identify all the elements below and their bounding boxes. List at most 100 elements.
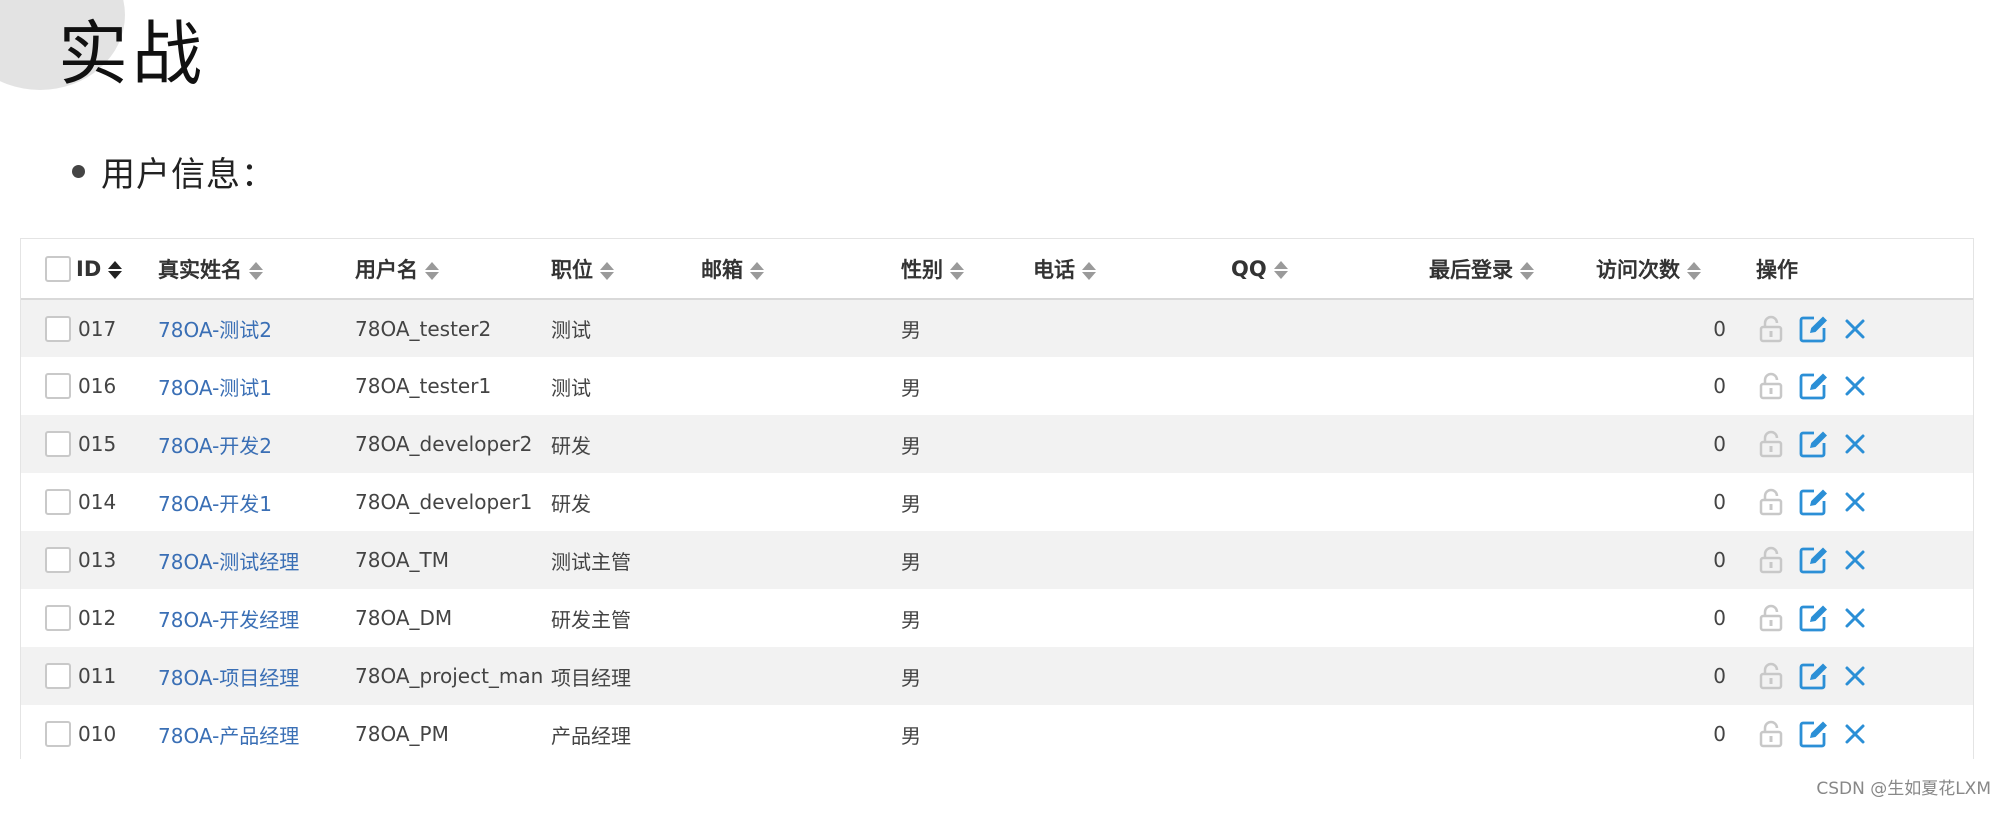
cell-position: 测试主管 xyxy=(551,549,631,574)
col-header-email[interactable]: 邮箱 xyxy=(701,239,901,300)
edit-icon[interactable] xyxy=(1798,603,1828,633)
sort-icon[interactable] xyxy=(600,261,614,281)
cell-email xyxy=(701,357,901,415)
table-header: ID 真实姓名 用户名 职位 邮箱 性别 电话 QQ 最后登录 访问次数 操作 xyxy=(21,239,1973,300)
sort-icon[interactable] xyxy=(249,261,263,281)
lock-icon[interactable] xyxy=(1756,545,1786,575)
delete-icon[interactable] xyxy=(1840,719,1870,749)
lock-icon[interactable] xyxy=(1756,371,1786,401)
real-name-link[interactable]: 78OA-开发2 xyxy=(158,434,272,458)
cell-phone xyxy=(1033,415,1231,473)
row-checkbox[interactable] xyxy=(45,547,71,574)
real-name-link[interactable]: 78OA-测试2 xyxy=(158,318,272,342)
table-row[interactable]: 017 78OA-测试2 78OA_tester2 测试 男 0 xyxy=(21,299,1973,357)
col-header-id[interactable]: ID xyxy=(76,239,158,300)
delete-icon[interactable] xyxy=(1840,314,1870,344)
edit-icon[interactable] xyxy=(1798,429,1828,459)
real-name-link[interactable]: 78OA-项目经理 xyxy=(158,666,299,690)
sort-icon[interactable] xyxy=(1273,260,1288,280)
cell-position: 测试 xyxy=(551,375,591,400)
cell-last-login xyxy=(1429,415,1596,473)
cell-last-login xyxy=(1429,299,1596,357)
col-header-qq[interactable]: QQ xyxy=(1231,239,1429,300)
edit-icon[interactable] xyxy=(1798,314,1828,344)
col-header-name[interactable]: 真实姓名 xyxy=(158,239,355,300)
row-checkbox[interactable] xyxy=(45,721,71,748)
lock-icon[interactable] xyxy=(1756,603,1786,633)
table-row[interactable]: 011 78OA-项目经理 78OA_project_man 项目经理 男 0 xyxy=(21,647,1973,705)
row-checkbox[interactable] xyxy=(45,373,71,400)
edit-icon[interactable] xyxy=(1798,371,1828,401)
edit-icon[interactable] xyxy=(1798,545,1828,575)
table-row[interactable]: 010 78OA-产品经理 78OA_PM 产品经理 男 0 xyxy=(21,705,1973,763)
edit-icon[interactable] xyxy=(1798,719,1828,749)
cell-id: 012 xyxy=(78,606,117,630)
cell-visits: 0 xyxy=(1713,374,1726,398)
cell-id: 017 xyxy=(78,316,117,341)
sort-icon[interactable] xyxy=(1520,261,1534,281)
real-name-link[interactable]: 78OA-开发1 xyxy=(158,492,272,516)
cell-gender: 男 xyxy=(901,607,921,632)
cell-last-login xyxy=(1429,705,1596,763)
row-select-cell xyxy=(21,415,76,473)
col-header-position[interactable]: 职位 xyxy=(551,239,701,300)
lock-icon[interactable] xyxy=(1756,719,1786,749)
real-name-link[interactable]: 78OA-测试经理 xyxy=(158,550,299,574)
table-row[interactable]: 015 78OA-开发2 78OA_developer2 研发 男 0 xyxy=(21,415,1973,473)
table-row[interactable]: 014 78OA-开发1 78OA_developer1 研发 男 0 xyxy=(21,473,1973,531)
lock-icon[interactable] xyxy=(1756,487,1786,517)
row-checkbox[interactable] xyxy=(45,315,71,342)
row-select-cell xyxy=(21,589,76,647)
cell-id: 010 xyxy=(78,722,117,746)
cell-username: 78OA_developer2 xyxy=(355,432,533,456)
watermark: CSDN @生如夏花LXM xyxy=(1816,779,1991,799)
delete-icon[interactable] xyxy=(1840,429,1870,459)
sort-icon[interactable] xyxy=(950,261,964,281)
cell-real-name: 78OA-测试2 xyxy=(158,299,355,357)
sort-icon[interactable] xyxy=(1082,261,1096,281)
real-name-link[interactable]: 78OA-开发经理 xyxy=(158,608,299,632)
cell-visits: 0 xyxy=(1713,606,1726,630)
sort-icon[interactable] xyxy=(1687,261,1701,281)
col-header-actions: 操作 xyxy=(1756,239,1973,300)
cell-gender: 男 xyxy=(901,723,921,748)
cell-gender: 男 xyxy=(901,433,921,458)
cell-id: 011 xyxy=(78,664,117,688)
edit-icon[interactable] xyxy=(1798,661,1828,691)
col-header-phone[interactable]: 电话 xyxy=(1033,239,1231,300)
real-name-link[interactable]: 78OA-测试1 xyxy=(158,376,272,400)
col-header-username[interactable]: 用户名 xyxy=(355,239,551,300)
delete-icon[interactable] xyxy=(1840,487,1870,517)
col-header-last-login[interactable]: 最后登录 xyxy=(1429,239,1596,300)
lock-icon[interactable] xyxy=(1756,429,1786,459)
table-row[interactable]: 013 78OA-测试经理 78OA_TM 测试主管 男 0 xyxy=(21,531,1973,589)
row-checkbox[interactable] xyxy=(45,431,71,458)
row-checkbox[interactable] xyxy=(45,663,71,690)
lock-icon[interactable] xyxy=(1756,314,1786,344)
cell-id: 016 xyxy=(78,374,117,398)
lock-icon[interactable] xyxy=(1756,661,1786,691)
delete-icon[interactable] xyxy=(1840,661,1870,691)
row-actions xyxy=(1756,661,1973,691)
row-actions xyxy=(1756,487,1973,517)
col-header-visits[interactable]: 访问次数 xyxy=(1596,239,1756,300)
sort-icon[interactable] xyxy=(425,261,439,281)
edit-icon[interactable] xyxy=(1798,487,1828,517)
col-header-gender[interactable]: 性别 xyxy=(901,239,1033,300)
delete-icon[interactable] xyxy=(1840,371,1870,401)
cell-position: 研发 xyxy=(551,433,591,458)
real-name-link[interactable]: 78OA-产品经理 xyxy=(158,724,299,748)
sort-desc-icon[interactable] xyxy=(108,260,123,280)
row-checkbox[interactable] xyxy=(45,605,71,632)
delete-icon[interactable] xyxy=(1840,603,1870,633)
sort-icon[interactable] xyxy=(750,261,764,281)
cell-position: 项目经理 xyxy=(551,665,631,690)
row-checkbox[interactable] xyxy=(45,489,71,516)
select-all-checkbox[interactable] xyxy=(45,255,71,282)
table-row[interactable]: 012 78OA-开发经理 78OA_DM 研发主管 男 0 xyxy=(21,589,1973,647)
cell-phone xyxy=(1033,299,1231,357)
table-row[interactable]: 016 78OA-测试1 78OA_tester1 测试 男 0 xyxy=(21,357,1973,415)
cell-actions xyxy=(1756,647,1973,705)
delete-icon[interactable] xyxy=(1840,545,1870,575)
cell-gender: 男 xyxy=(901,549,921,574)
